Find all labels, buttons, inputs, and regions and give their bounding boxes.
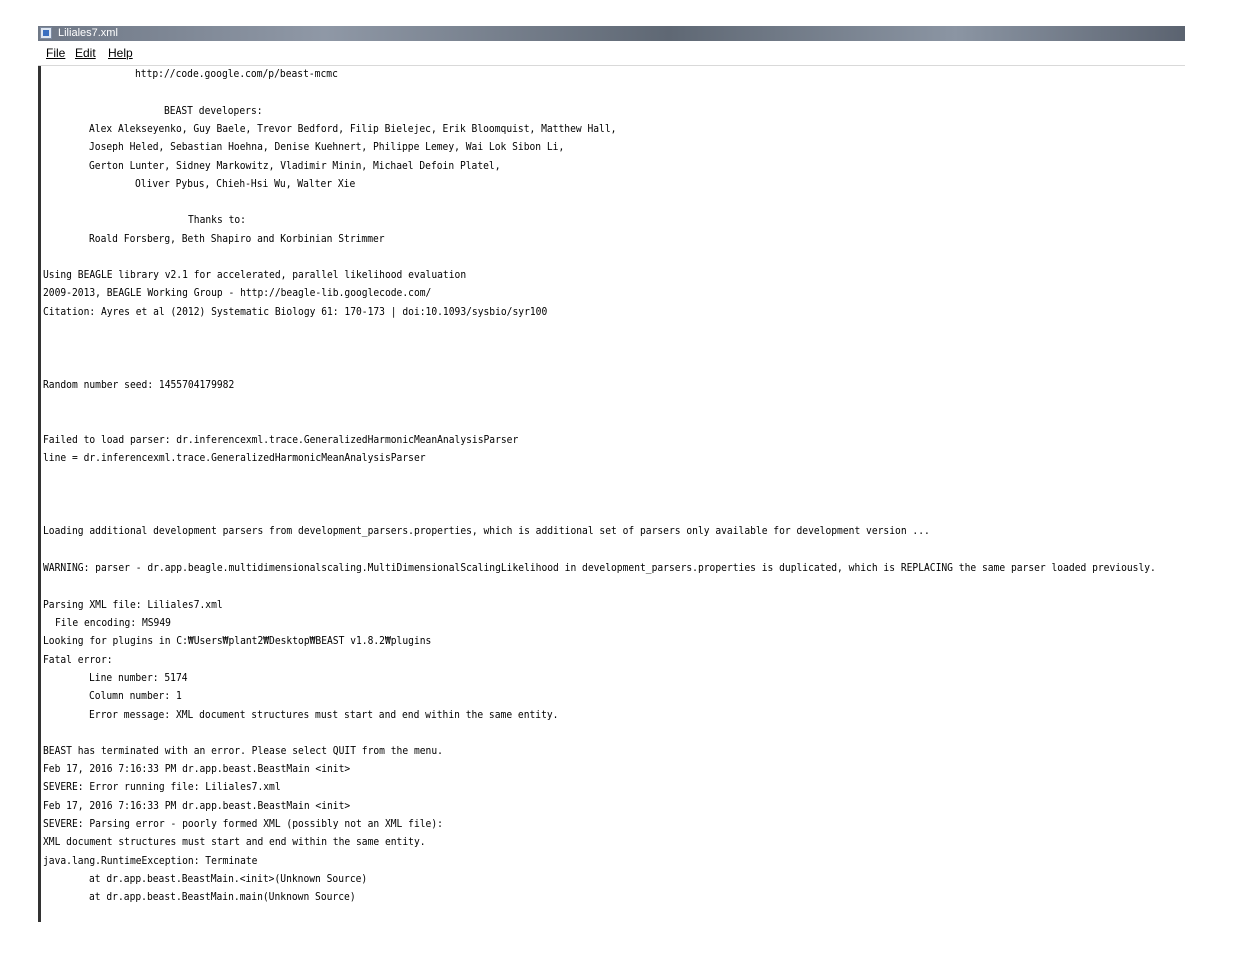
console-line: BEAST has terminated with an error. Plea…	[43, 746, 443, 757]
console-line: Line number: 5174	[89, 673, 188, 684]
console-line: Using BEAGLE library v2.1 for accelerate…	[43, 270, 467, 281]
menu-help-label: Help	[108, 46, 133, 60]
console-line: File encoding: MS949	[55, 618, 171, 629]
menu-edit-label: Edit	[75, 46, 96, 60]
console-line: Error message: XML document structures m…	[89, 710, 559, 721]
console-output[interactable]: http://code.google.com/p/beast-mcmc BEAS…	[38, 66, 1185, 922]
console-line: Random number seed: 1455704179982	[43, 380, 235, 391]
window-titlebar[interactable]: Liliales7.xml	[38, 26, 1185, 41]
console-line: SEVERE: Error running file: Liliales7.xm…	[43, 782, 281, 793]
console-line: Loading additional development parsers f…	[43, 526, 930, 537]
console-line: Alex Alekseyenko, Guy Baele, Trevor Bedf…	[89, 124, 617, 135]
console-line: Parsing XML file: Liliales7.xml	[43, 600, 223, 611]
app-window-icon	[40, 27, 52, 39]
console-line: Citation: Ayres et al (2012) Systematic …	[43, 307, 548, 318]
console-line: at dr.app.beast.BeastMain.main(Unknown S…	[89, 892, 356, 903]
console-line: SEVERE: Parsing error - poorly formed XM…	[43, 819, 443, 830]
window-title: Liliales7.xml	[58, 27, 118, 39]
console-line: http://code.google.com/p/beast-mcmc	[135, 69, 338, 80]
console-line: java.lang.RuntimeException: Terminate	[43, 856, 258, 867]
console-line: Feb 17, 2016 7:16:33 PM dr.app.beast.Bea…	[43, 764, 351, 775]
console-line: Oliver Pybus, Chieh-Hsi Wu, Walter Xie	[135, 179, 356, 190]
console-line: Thanks to:	[188, 215, 246, 226]
menu-bar: File Edit Help	[38, 41, 1185, 66]
console-line: Roald Forsberg, Beth Shapiro and Korbini…	[89, 234, 385, 245]
console-line: BEAST developers:	[164, 106, 263, 117]
console-line: Failed to load parser: dr.inferencexml.t…	[43, 435, 519, 446]
console-line: Fatal error:	[43, 655, 113, 666]
console-line: XML document structures must start and e…	[43, 837, 426, 848]
console-line: WARNING: parser - dr.app.beagle.multidim…	[43, 563, 1156, 574]
menu-help[interactable]: Help	[108, 45, 133, 61]
menu-file-label: File	[46, 46, 66, 60]
console-line: line = dr.inferencexml.trace.Generalized…	[43, 453, 426, 464]
console-line: Gerton Lunter, Sidney Markowitz, Vladimi…	[89, 161, 501, 172]
console-line: Column number: 1	[89, 691, 182, 702]
console-line: Looking for plugins in C:₩Users₩plant2₩D…	[43, 636, 432, 647]
console-line: 2009-2013, BEAGLE Working Group - http:/…	[43, 288, 432, 299]
console-line: at dr.app.beast.BeastMain.<init>(Unknown…	[89, 874, 368, 885]
console-line: Joseph Heled, Sebastian Hoehna, Denise K…	[89, 142, 565, 153]
menu-edit[interactable]: Edit	[75, 45, 96, 61]
console-line: Feb 17, 2016 7:16:33 PM dr.app.beast.Bea…	[43, 801, 351, 812]
menu-file[interactable]: File	[46, 45, 65, 61]
